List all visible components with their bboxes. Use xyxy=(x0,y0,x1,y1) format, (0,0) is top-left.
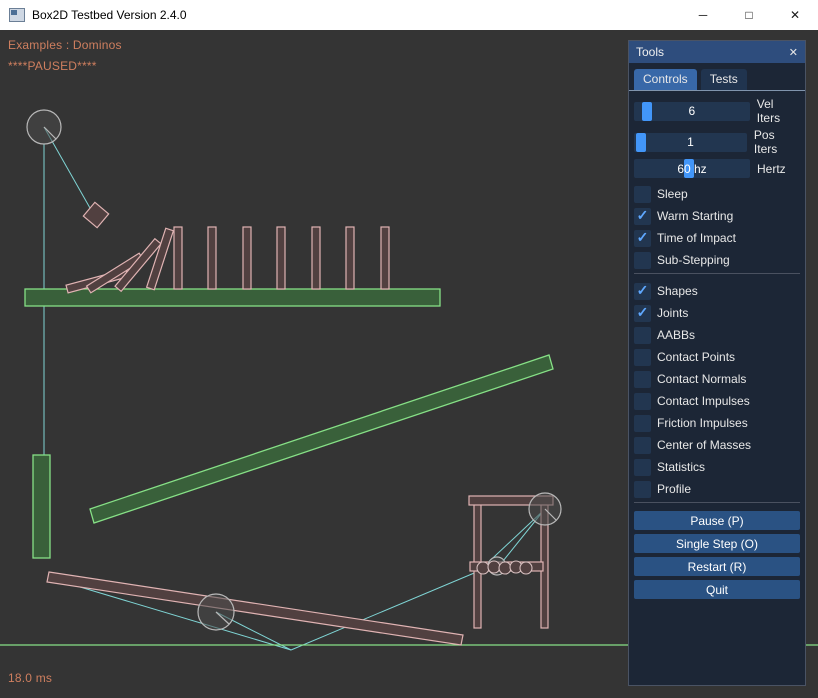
checkbox-box[interactable] xyxy=(634,371,651,388)
checkbox-box[interactable] xyxy=(634,459,651,476)
tools-panel-title: Tools xyxy=(636,45,664,59)
checkbox-box[interactable] xyxy=(634,230,651,247)
minimize-button[interactable]: ─ xyxy=(680,0,726,30)
simulation-canvas[interactable]: Examples : Dominos ****PAUSED**** 18.0 m… xyxy=(0,30,818,698)
checkbox-box[interactable] xyxy=(634,349,651,366)
checkbox-contact-points[interactable]: Contact Points xyxy=(634,348,800,366)
checkbox-label: Contact Impulses xyxy=(657,394,750,408)
vel-iters-value: 6 xyxy=(634,102,750,121)
draw-checkboxes: Shapes Joints AABBs Contact Points xyxy=(634,282,800,498)
checkbox-label: AABBs xyxy=(657,328,695,342)
checkbox-friction-impulses[interactable]: Friction Impulses xyxy=(634,414,800,432)
checkbox-box[interactable] xyxy=(634,437,651,454)
checkbox-label: Sleep xyxy=(657,187,688,201)
checkbox-label: Sub-Stepping xyxy=(657,253,730,267)
vel-iters-row: 6 Vel Iters xyxy=(634,97,800,125)
hertz-label: Hertz xyxy=(757,162,786,176)
checkbox-label: Contact Points xyxy=(657,350,735,364)
pendulum-box xyxy=(83,202,108,227)
checkbox-contact-impulses[interactable]: Contact Impulses xyxy=(634,392,800,410)
tools-panel-titlebar[interactable]: Tools ✕ xyxy=(629,41,805,63)
domino-platform xyxy=(25,289,440,306)
solver-checkboxes: Sleep Warm Starting Time of Impact Sub-S… xyxy=(634,185,800,269)
checkbox-sleep[interactable]: Sleep xyxy=(634,185,800,203)
checkbox-box[interactable] xyxy=(634,393,651,410)
vel-iters-label: Vel Iters xyxy=(757,97,800,125)
tools-close-icon[interactable]: ✕ xyxy=(789,46,798,59)
titlebar[interactable]: Box2D Testbed Version 2.4.0 ─ □ ✕ xyxy=(0,0,818,30)
small-balls xyxy=(477,561,532,574)
pos-iters-slider[interactable]: 1 xyxy=(634,133,747,152)
checkbox-box[interactable] xyxy=(634,252,651,269)
checkbox-box[interactable] xyxy=(634,283,651,300)
hertz-value: 60 hz xyxy=(634,159,750,178)
example-label: Examples : Dominos xyxy=(8,38,122,52)
checkbox-box[interactable] xyxy=(634,415,651,432)
checkbox-center-of-masses[interactable]: Center of Masses xyxy=(634,436,800,454)
window-controls: ─ □ ✕ xyxy=(680,0,818,30)
checkbox-shapes[interactable]: Shapes xyxy=(634,282,800,300)
checkbox-box[interactable] xyxy=(634,327,651,344)
checkbox-box[interactable] xyxy=(634,305,651,322)
checkbox-label: Shapes xyxy=(657,284,698,298)
checkbox-label: Center of Masses xyxy=(657,438,751,452)
checkbox-label: Profile xyxy=(657,482,691,496)
checkbox-box[interactable] xyxy=(634,186,651,203)
pos-iters-row: 1 Pos Iters xyxy=(634,128,800,156)
dynamic-bodies xyxy=(47,202,553,645)
separator xyxy=(634,273,800,274)
frame-time-label: 18.0 ms xyxy=(8,671,52,685)
checkbox-label: Time of Impact xyxy=(657,231,736,245)
checkbox-sub-stepping[interactable]: Sub-Stepping xyxy=(634,251,800,269)
checkbox-time-of-impact[interactable]: Time of Impact xyxy=(634,229,800,247)
hertz-slider[interactable]: 60 hz xyxy=(634,159,750,178)
separator xyxy=(634,502,800,503)
checkbox-label: Friction Impulses xyxy=(657,416,748,430)
pos-iters-label: Pos Iters xyxy=(754,128,800,156)
checkbox-label: Contact Normals xyxy=(657,372,746,386)
checkbox-box[interactable] xyxy=(634,481,651,498)
checkbox-statistics[interactable]: Statistics xyxy=(634,458,800,476)
vel-iters-slider[interactable]: 6 xyxy=(634,102,750,121)
tools-panel-body: 6 Vel Iters 1 Pos Iters 60 hz xyxy=(629,91,805,599)
pos-iters-value: 1 xyxy=(634,133,747,152)
window-title: Box2D Testbed Version 2.4.0 xyxy=(32,8,187,22)
checkbox-contact-normals[interactable]: Contact Normals xyxy=(634,370,800,388)
tab-controls[interactable]: Controls xyxy=(634,69,697,90)
ramp xyxy=(90,355,553,523)
checkbox-aabbs[interactable]: AABBs xyxy=(634,326,800,344)
plank xyxy=(47,572,463,645)
maximize-button[interactable]: □ xyxy=(726,0,772,30)
tab-bar: Controls Tests xyxy=(629,63,805,91)
joint-lines xyxy=(44,127,544,650)
checkbox-label: Joints xyxy=(657,306,688,320)
close-button[interactable]: ✕ xyxy=(772,0,818,30)
app-icon xyxy=(9,8,25,22)
static-block xyxy=(33,455,50,558)
app-window: Box2D Testbed Version 2.4.0 ─ □ ✕ xyxy=(0,0,818,698)
checkbox-label: Statistics xyxy=(657,460,705,474)
hertz-row: 60 hz Hertz xyxy=(634,159,800,178)
single-step-button[interactable]: Single Step (O) xyxy=(634,534,800,553)
checkbox-warm-starting[interactable]: Warm Starting xyxy=(634,207,800,225)
checkbox-profile[interactable]: Profile xyxy=(634,480,800,498)
paused-label: ****PAUSED**** xyxy=(8,59,97,73)
checkbox-box[interactable] xyxy=(634,208,651,225)
tools-panel: Tools ✕ Controls Tests 6 Vel Iters xyxy=(628,40,806,686)
tab-tests[interactable]: Tests xyxy=(701,69,747,90)
circle-bodies xyxy=(27,110,561,630)
quit-button[interactable]: Quit xyxy=(634,580,800,599)
pause-button[interactable]: Pause (P) xyxy=(634,511,800,530)
checkbox-label: Warm Starting xyxy=(657,209,733,223)
checkbox-joints[interactable]: Joints xyxy=(634,304,800,322)
restart-button[interactable]: Restart (R) xyxy=(634,557,800,576)
